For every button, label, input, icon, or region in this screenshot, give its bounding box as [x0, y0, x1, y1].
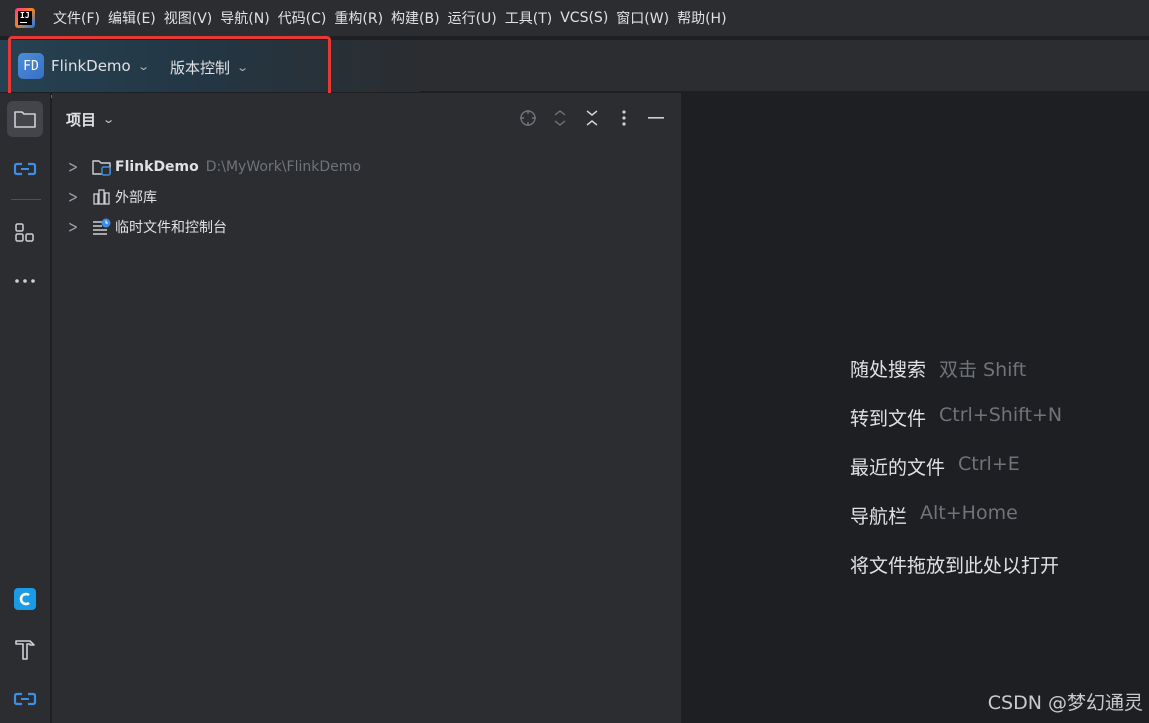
menu-tools[interactable]: 工具(T)	[505, 8, 560, 28]
tree-path: D:\MyWork\FlinkDemo	[205, 159, 361, 175]
commit-icon	[13, 692, 37, 706]
folder-icon	[14, 111, 36, 128]
tree-row-external-libraries[interactable]: > 外部库	[68, 182, 361, 212]
commit-icon	[13, 162, 37, 176]
project-tool-button[interactable]	[7, 101, 43, 137]
structure-tool-button[interactable]	[7, 215, 43, 251]
collapse-all-icon[interactable]	[581, 107, 603, 129]
tip-drop-files: 将文件拖放到此处以打开	[850, 555, 1060, 577]
structure-icon	[15, 223, 34, 242]
tip-navigation-bar: 导航栏 Alt+Home	[850, 502, 1018, 528]
menu-view[interactable]: 视图(V)	[164, 8, 221, 28]
build-tool-button[interactable]	[7, 631, 43, 667]
editor-tips: 随处搜索 双击 Shift 转到文件 Ctrl+Shift+N 最近的文件 Ct…	[850, 355, 1062, 600]
tip-recent-files: 最近的文件 Ctrl+E	[850, 453, 1020, 479]
menu-file[interactable]: 文件(F)	[53, 8, 108, 28]
menu-build[interactable]: 构建(B)	[391, 8, 448, 28]
module-folder-icon	[92, 158, 112, 176]
menu-help[interactable]: 帮助(H)	[677, 8, 734, 28]
hide-icon[interactable]	[645, 107, 667, 129]
menu-bar: IJ 文件(F) 编辑(E) 视图(V) 导航(N) 代码(C) 重构(R) 构…	[0, 0, 1149, 36]
menu-refactor[interactable]: 重构(R)	[334, 8, 391, 28]
options-icon[interactable]	[613, 107, 635, 129]
vcs-commit-button[interactable]	[7, 681, 43, 717]
expand-all-icon[interactable]	[549, 107, 571, 129]
tree-row-scratches[interactable]: > 临时文件和控制台	[68, 212, 361, 242]
tip-search-everywhere: 随处搜索 双击 Shift	[850, 359, 1027, 381]
project-tree: > FlinkDemo D:\MyWork\FlinkDemo > 外部库 > …	[68, 152, 361, 242]
menu-edit[interactable]: 编辑(E)	[108, 8, 164, 28]
tree-row-project[interactable]: > FlinkDemo D:\MyWork\FlinkDemo	[68, 152, 361, 182]
tree-label: 外部库	[115, 190, 157, 206]
scratches-icon	[92, 218, 112, 236]
tree-label: FlinkDemo	[115, 159, 199, 175]
tree-label: 临时文件和控制台	[115, 220, 227, 236]
chevron-right-icon[interactable]: >	[68, 187, 84, 207]
menu-code[interactable]: 代码(C)	[278, 8, 335, 28]
more-tools-button[interactable]	[7, 263, 43, 299]
locate-icon[interactable]	[517, 107, 539, 129]
menu-window[interactable]: 窗口(W)	[616, 8, 677, 28]
menu-vcs[interactable]: VCS(S)	[560, 10, 616, 26]
commit-tool-button[interactable]	[7, 151, 43, 187]
menu-navigate[interactable]: 导航(N)	[220, 8, 277, 28]
strip-separator	[11, 199, 41, 200]
highlight-annotation	[8, 36, 331, 98]
project-tool-window: 项目 ⌄ > FlinkDemo D:\MyWork\FlinkDemo > 外…	[52, 93, 682, 723]
editor-empty-area[interactable]: 随处搜索 双击 Shift 转到文件 Ctrl+Shift+N 最近的文件 Ct…	[683, 93, 1149, 723]
chevron-right-icon[interactable]: >	[68, 217, 84, 237]
more-icon	[15, 279, 35, 283]
panel-actions	[517, 107, 667, 129]
watermark: CSDN @梦幻通灵	[987, 692, 1143, 714]
chevron-down-icon: ⌄	[102, 113, 116, 126]
ai-assistant-icon	[14, 588, 36, 610]
tip-goto-file: 转到文件 Ctrl+Shift+N	[850, 404, 1063, 430]
build-hammer-icon	[15, 640, 35, 660]
library-icon	[92, 188, 112, 206]
menu-run[interactable]: 运行(U)	[448, 8, 505, 28]
left-tool-strip	[0, 93, 51, 723]
intellij-logo-icon[interactable]: IJ	[15, 8, 35, 28]
panel-title[interactable]: 项目 ⌄	[66, 109, 116, 130]
ai-assistant-button[interactable]	[7, 581, 43, 617]
chevron-right-icon[interactable]: >	[68, 157, 84, 177]
